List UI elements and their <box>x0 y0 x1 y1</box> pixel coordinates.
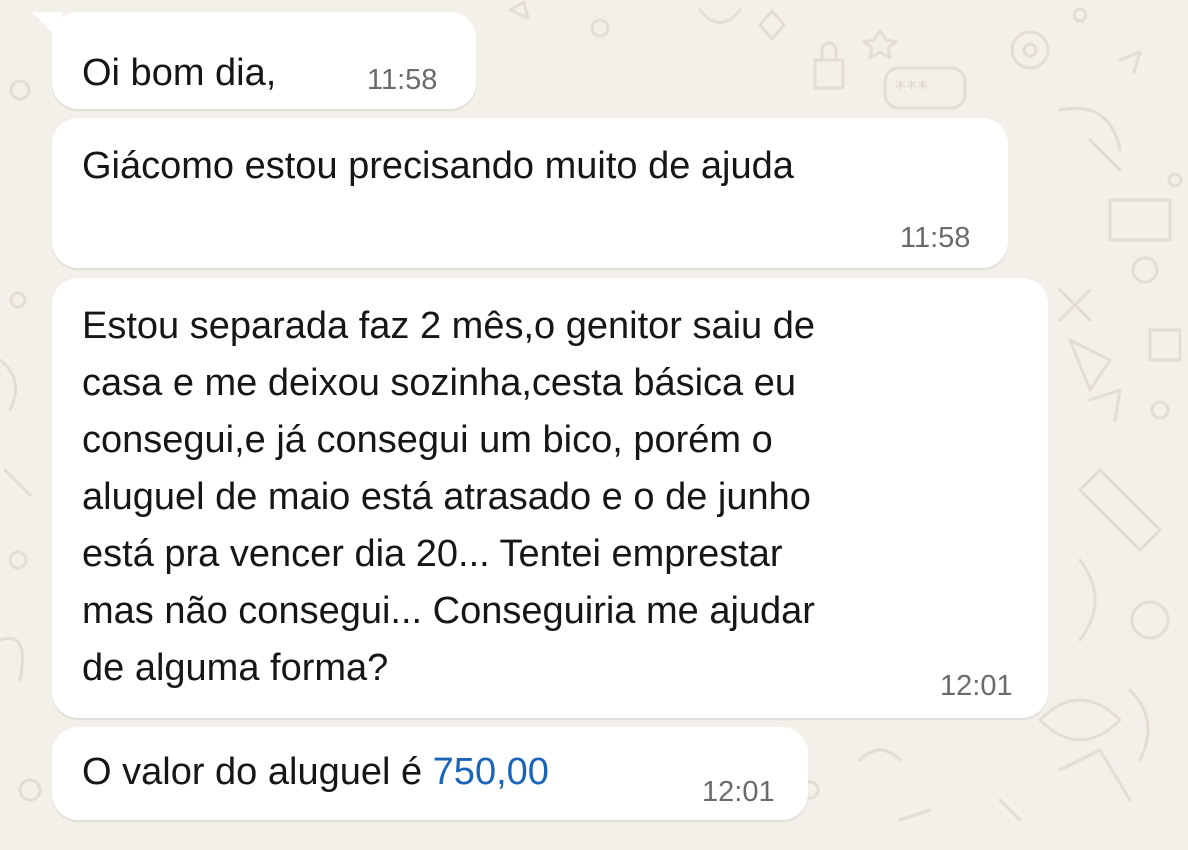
amount-link[interactable]: 750,00 <box>433 751 549 793</box>
message-bubble[interactable]: Estou separada faz 2 mês,o genitor saiu … <box>52 278 1048 718</box>
message-text: Estou separada faz 2 mês,o genitor saiu … <box>82 305 816 689</box>
message-timestamp: 11:58 <box>367 64 438 96</box>
message-timestamp: 12:01 <box>702 776 775 808</box>
message-text: Giácomo estou precisando muito de ajuda <box>82 145 794 187</box>
message-bubble[interactable]: Giácomo estou precisando muito de ajuda … <box>52 118 1008 268</box>
message-bubble[interactable]: O valor do aluguel é 750,00 12:01 <box>52 727 808 820</box>
message-bubble[interactable]: Oi bom dia, 11:58 <box>32 12 476 109</box>
message-timestamp: 12:01 <box>940 670 1013 702</box>
message-text-prefix: O valor do aluguel é <box>82 751 433 793</box>
message-text: Oi bom dia, <box>82 52 277 94</box>
bubble-tail <box>32 12 62 42</box>
message-timestamp: 11:58 <box>900 222 971 254</box>
svg-text:***: *** <box>895 77 928 102</box>
message-text: O valor do aluguel é 750,00 <box>82 744 549 801</box>
